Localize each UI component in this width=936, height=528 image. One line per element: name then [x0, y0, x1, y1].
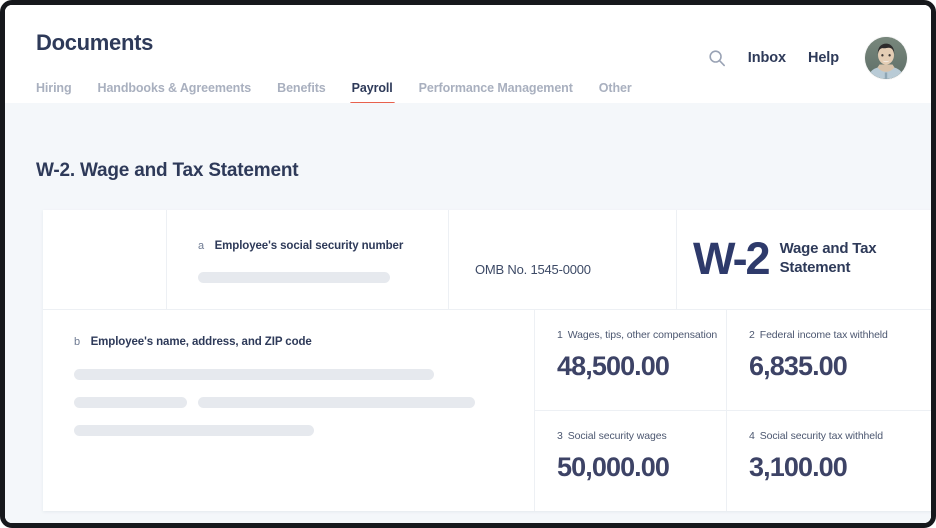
inbox-link[interactable]: Inbox: [748, 50, 786, 66]
help-link[interactable]: Help: [808, 50, 839, 66]
document-title: W-2. Wage and Tax Statement: [36, 160, 299, 181]
w2-form-card: a Employee's social security number OMB …: [43, 210, 931, 511]
form-cell-blank: [43, 210, 167, 309]
redacted-bar: [74, 369, 434, 380]
employee-field-tag: b: [74, 336, 81, 348]
form-box-1-wages[interactable]: 1 Wages, tips, other compensation 48,500.…: [535, 310, 727, 410]
box-1-text: Wages, tips, other compensation: [567, 329, 718, 341]
redacted-bar: [74, 397, 187, 408]
page-content: W-2. Wage and Tax Statement a Employee's…: [5, 103, 931, 523]
ssn-field-tag: a: [198, 240, 205, 252]
box-2-value: 6,835.00: [749, 351, 848, 381]
box-2-label: 2 Federal income tax withheld: [749, 329, 931, 341]
box-3-text: Social security wages: [567, 430, 667, 442]
box-4-text: Social security tax withheld: [759, 430, 884, 442]
form-box-3-ss-wages[interactable]: 3 Social security wages 50,000.00: [535, 411, 727, 511]
form-field-employee-address[interactable]: b Employee's name, address, and ZIP code: [43, 310, 535, 511]
box-1-label: 1 Wages, tips, other compensation: [557, 329, 726, 341]
app-viewport: Documents Inbox Help Hiring Handbooks & …: [5, 5, 931, 523]
form-box-4-ss-tax[interactable]: 4 Social security tax withheld 3,100.00: [727, 411, 931, 511]
box-4-value: 3,100.00: [749, 452, 848, 482]
form-field-ssn[interactable]: a Employee's social security number: [167, 210, 449, 309]
omb-number: OMB No. 1545-0000: [475, 262, 591, 277]
box-3-label: 3 Social security wages: [557, 430, 726, 442]
ssn-field-label: Employee's social security number: [214, 240, 404, 252]
form-row-header: a Employee's social security number OMB …: [43, 210, 931, 310]
box-4-label: 4 Social security tax withheld: [749, 430, 931, 442]
box-4-number: 4: [749, 430, 755, 442]
form-row-body: b Employee's name, address, and ZIP code: [43, 310, 931, 511]
app-header: Documents Inbox Help Hiring Handbooks & …: [5, 5, 931, 105]
w2-logo-subtitle: Wage and Tax Statement: [779, 239, 877, 276]
form-logo-block: W-2 Wage and Tax Statement: [677, 210, 931, 309]
money-row-1: 1 Wages, tips, other compensation 48,500.…: [535, 310, 931, 411]
employee-field-label: Employee's name, address, and ZIP code: [90, 336, 312, 348]
page-title-documents: Documents: [36, 30, 154, 55]
box-2-number: 2: [749, 329, 755, 341]
box-3-number: 3: [557, 430, 563, 442]
box-2-text: Federal income tax withheld: [759, 329, 888, 341]
box-3-value: 50,000.00: [557, 452, 670, 482]
avatar[interactable]: [865, 37, 907, 79]
box-1-number: 1: [557, 329, 563, 341]
device-bezel: Documents Inbox Help Hiring Handbooks & …: [0, 0, 936, 528]
money-row-2: 3 Social security wages 50,000.00 4 Social…: [535, 411, 931, 511]
form-field-omb: OMB No. 1545-0000: [449, 210, 677, 309]
box-1-value: 48,500.00: [557, 351, 670, 381]
form-money-boxes: 1 Wages, tips, other compensation 48,500.…: [535, 310, 931, 511]
form-box-2-federal-tax[interactable]: 2 Federal income tax withheld 6,835.00: [727, 310, 931, 410]
header-actions: Inbox Help: [708, 37, 907, 79]
w2-logo-mark: W-2: [693, 233, 771, 284]
redacted-bar: [198, 397, 475, 408]
redacted-bar: [74, 425, 314, 436]
employee-redacted-values: [74, 369, 534, 436]
search-icon[interactable]: [708, 49, 726, 67]
ssn-redacted-value: [198, 272, 390, 283]
